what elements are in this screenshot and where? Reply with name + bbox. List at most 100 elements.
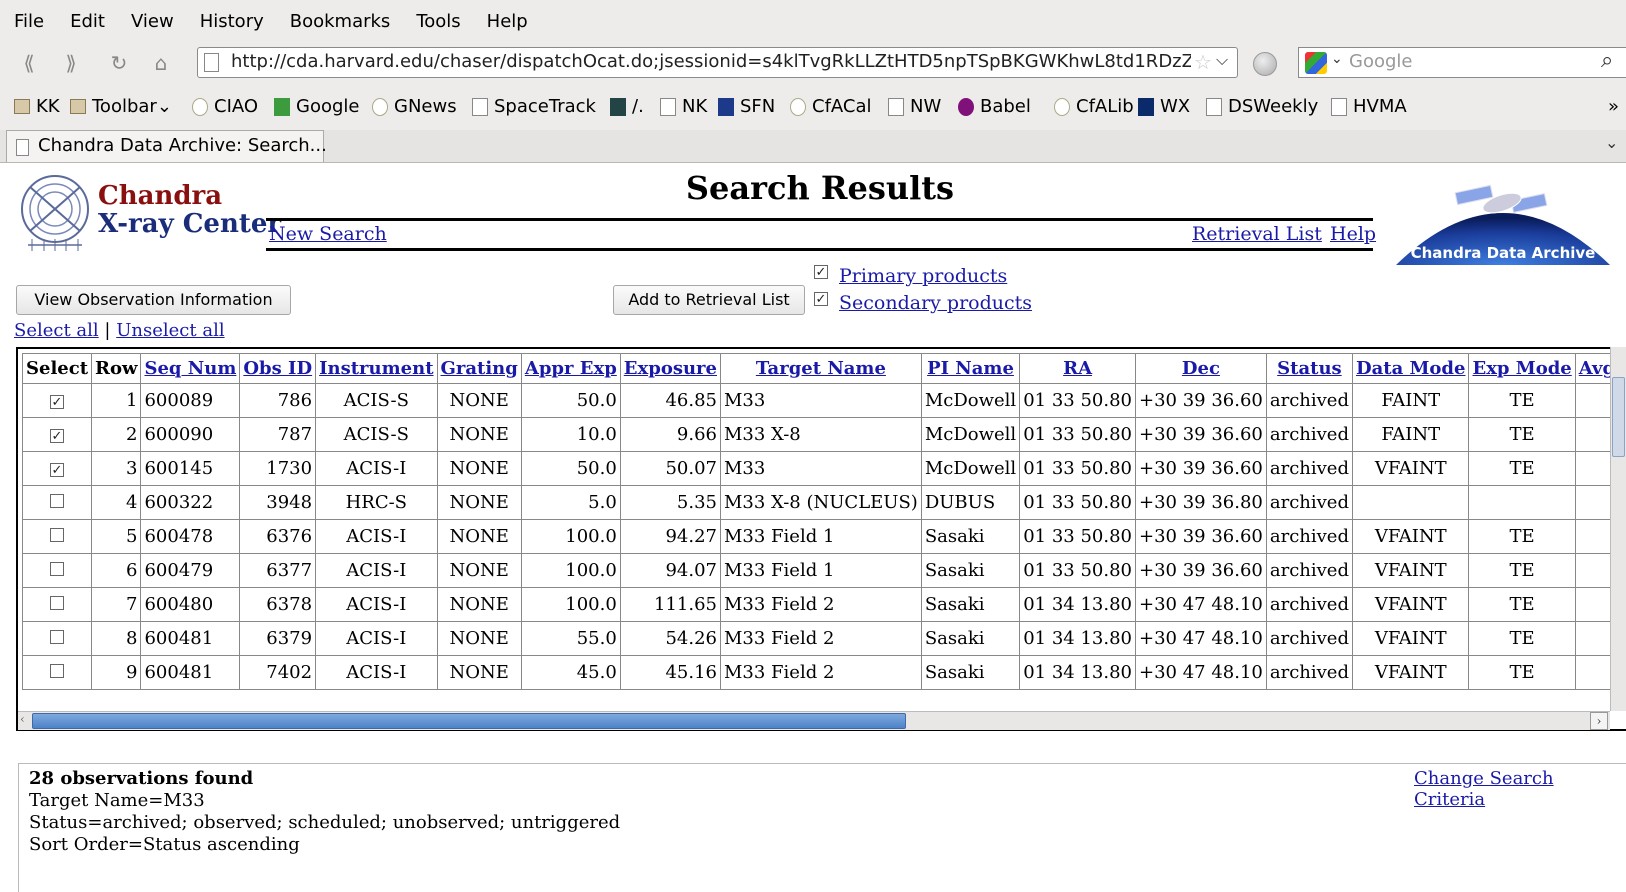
org-subtitle: X-ray Center (98, 209, 282, 239)
cell-pi: DUBUS (920, 485, 1021, 520)
new-search-link[interactable]: New Search (269, 223, 387, 245)
cell-dec: +30 47 48.10 (1134, 621, 1267, 656)
bookmark-spacetrack[interactable]: SpaceTrack (472, 96, 596, 117)
scrollbar-thumb[interactable] (1612, 377, 1625, 457)
bookmark-dsweekly[interactable]: DSWeekly (1206, 96, 1318, 117)
vertical-scrollbar[interactable] (1610, 347, 1626, 711)
url-bar[interactable]: http://cda.harvard.edu/chaser/dispatchOc… (197, 47, 1238, 78)
menu-history[interactable]: History (186, 11, 276, 32)
search-icon[interactable]: ⌕ (1601, 48, 1613, 73)
select-all-link[interactable]: Select all (14, 320, 99, 341)
add-to-retrieval-button[interactable]: Add to Retrieval List (613, 285, 805, 315)
cell-dec: +30 47 48.10 (1134, 655, 1267, 690)
cell-row: 1 (91, 383, 142, 418)
cell-dec: +30 39 36.60 (1134, 519, 1267, 554)
scroll-right-icon[interactable]: › (1590, 712, 1608, 730)
bookmark-ciao[interactable]: CIAO (192, 96, 258, 117)
page-content: Chandra X-ray Center Search Results New … (0, 163, 1626, 892)
back-icon[interactable]: ⟪ (14, 48, 44, 78)
search-bar[interactable]: ⌄ Google ⌕ (1298, 47, 1626, 78)
unselect-all-link[interactable]: Unselect all (116, 320, 224, 341)
help-link[interactable]: Help (1330, 223, 1376, 245)
retrieval-list-link[interactable]: Retrieval List (1192, 223, 1322, 245)
bookmark-sfn[interactable]: SFN (718, 96, 775, 117)
primary-products-link[interactable]: Primary products (839, 265, 1007, 287)
cell-row: 2 (91, 417, 142, 452)
row-select-checkbox[interactable] (50, 664, 64, 678)
search-engine-icon[interactable] (1305, 52, 1327, 74)
secondary-products-link[interactable]: Secondary products (839, 292, 1032, 314)
change-search-criteria-link[interactable]: Change Search Criteria (1414, 768, 1626, 810)
cell-exp-mode: TE (1468, 451, 1576, 486)
home-icon[interactable]: ⌂ (146, 48, 176, 78)
bookmark-cfacal[interactable]: CfACal (790, 96, 872, 117)
menu-view[interactable]: View (117, 11, 186, 32)
col-exp-mode[interactable]: Exp Mode (1468, 353, 1576, 384)
col-obs-id[interactable]: Obs ID (239, 353, 317, 384)
bookmark-star-icon[interactable]: ☆ (1194, 50, 1212, 74)
bookmarks-overflow-icon[interactable]: » (1608, 96, 1619, 117)
col-grating[interactable]: Grating (436, 353, 522, 384)
horizontal-scrollbar[interactable]: ‹ › (18, 711, 1610, 730)
row-select-checkbox[interactable] (50, 596, 64, 610)
bookmark-nk[interactable]: NK (660, 96, 707, 117)
bookmark-gnews[interactable]: GNews (372, 96, 457, 117)
bookmark-nw[interactable]: NW (888, 96, 941, 117)
col-instrument[interactable]: Instrument (315, 353, 438, 384)
header-rule (266, 218, 1373, 221)
col-data-mode[interactable]: Data Mode (1351, 353, 1470, 384)
primary-products-checkbox[interactable]: ✓ (814, 265, 828, 279)
secondary-products-checkbox[interactable]: ✓ (814, 292, 828, 306)
menu-help[interactable]: Help (473, 11, 540, 32)
col-seq-num[interactable]: Seq Num (140, 353, 241, 384)
tab-list-chevron-icon[interactable]: ⌄ (1605, 133, 1618, 152)
cell-exposure: 9.66 (619, 417, 722, 452)
col-pi-name[interactable]: PI Name (920, 353, 1021, 384)
col-status[interactable]: Status (1265, 353, 1353, 384)
row-select-checkbox[interactable]: ✓ (50, 429, 64, 443)
col-dec[interactable]: Dec (1134, 353, 1267, 384)
bookmark-slashdot[interactable]: /. (610, 96, 644, 117)
menu-file[interactable]: File (0, 11, 56, 32)
menu-tools[interactable]: Tools (402, 11, 472, 32)
bookmark-kk[interactable]: KK (14, 96, 60, 117)
scrollbar-thumb[interactable] (32, 713, 906, 729)
cell-status: archived (1265, 519, 1353, 554)
search-placeholder[interactable]: Google (1349, 51, 1412, 72)
row-select-checkbox[interactable] (50, 528, 64, 542)
cell-ra: 01 33 50.80 (1019, 417, 1136, 452)
cell-target: M33 Field 2 (720, 655, 922, 690)
row-select-checkbox[interactable] (50, 494, 64, 508)
bookmark-babel[interactable]: Babel (958, 96, 1031, 117)
tab-chandra-search[interactable]: Chandra Data Archive: Search... (6, 130, 327, 162)
cell-data-mode: VFAINT (1351, 553, 1470, 588)
scroll-left-icon[interactable]: ‹ (20, 712, 25, 726)
col-ra[interactable]: RA (1019, 353, 1136, 384)
bookmark-toolbar-folder[interactable]: Toolbar ⌄ (70, 96, 172, 117)
url-dropdown-icon[interactable]: ⌵ (1216, 50, 1228, 70)
cell-seq: 600322 (140, 485, 241, 520)
forward-icon[interactable]: ⟫ (56, 48, 86, 78)
menu-edit[interactable]: Edit (56, 11, 117, 32)
search-engine-dropdown-icon[interactable]: ⌄ (1331, 51, 1343, 67)
row-select-checkbox[interactable]: ✓ (50, 463, 64, 477)
bookmark-google[interactable]: Google (274, 96, 359, 117)
row-select-checkbox[interactable] (50, 630, 64, 644)
stop-icon[interactable] (1253, 52, 1277, 76)
bookmark-cfalib[interactable]: CfALib (1054, 96, 1134, 117)
col-target-name[interactable]: Target Name (720, 353, 922, 384)
bookmark-icon (14, 99, 30, 114)
url-text[interactable]: http://cda.harvard.edu/chaser/dispatchOc… (231, 51, 1191, 72)
col-appr-exp[interactable]: Appr Exp (520, 353, 621, 384)
bookmark-hvma[interactable]: HVMA (1331, 96, 1407, 117)
bookmark-wx[interactable]: WX (1138, 96, 1190, 117)
cell-status: archived (1265, 383, 1353, 418)
view-observation-button[interactable]: View Observation Information (16, 285, 291, 315)
row-select-checkbox[interactable]: ✓ (50, 395, 64, 409)
row-select-checkbox[interactable] (50, 562, 64, 576)
col-exposure[interactable]: Exposure (619, 353, 722, 384)
cell-data-mode: VFAINT (1351, 519, 1470, 554)
reload-icon[interactable]: ↻ (104, 48, 134, 78)
cell-appr-exp: 50.0 (520, 383, 621, 418)
menu-bookmarks[interactable]: Bookmarks (276, 11, 403, 32)
